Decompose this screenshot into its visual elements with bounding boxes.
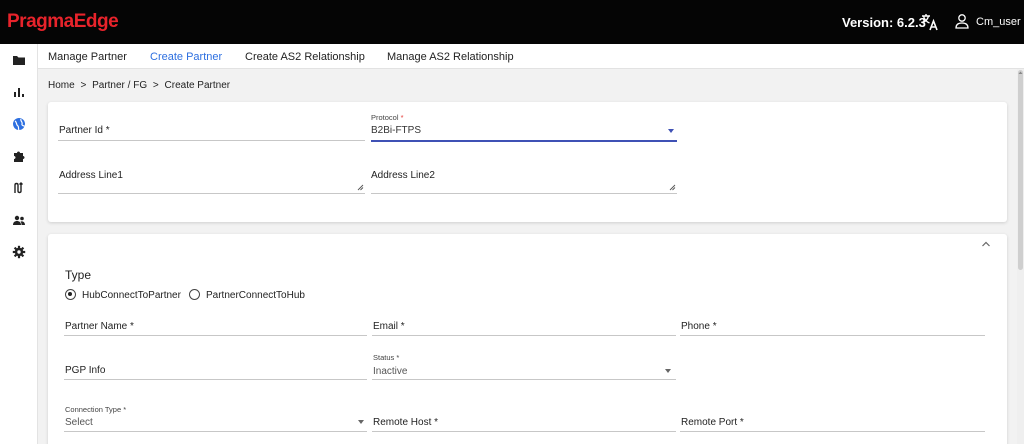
protocol-dropdown-icon[interactable]	[668, 129, 674, 133]
status-value[interactable]: Inactive	[373, 366, 407, 377]
email-label: Email *	[373, 321, 405, 332]
globe-icon[interactable]	[12, 117, 26, 131]
radio-label[interactable]: HubConnectToPartner	[82, 290, 181, 301]
chevron-up-icon[interactable]	[981, 240, 991, 248]
tab-bar: Manage Partner Create Partner Create AS2…	[38, 44, 1024, 69]
radio-partner-connect-to-hub[interactable]	[189, 289, 200, 300]
user-icon[interactable]	[955, 14, 969, 29]
phone-label: Phone *	[681, 321, 717, 332]
status-select[interactable]	[372, 379, 676, 380]
sidebar	[0, 44, 38, 444]
partner-id-label: Partner Id *	[59, 125, 110, 136]
resize-handle-icon[interactable]	[357, 184, 364, 191]
address-line1-input[interactable]	[58, 193, 365, 194]
partner-id-input[interactable]	[58, 140, 365, 141]
protocol-label: Protocol *	[371, 113, 404, 122]
connection-type-value[interactable]: Select	[65, 417, 93, 428]
address-line2-label: Address Line2	[371, 170, 435, 181]
address-line1-label: Address Line1	[59, 170, 123, 181]
breadcrumb-separator: >	[80, 80, 87, 91]
breadcrumb-separator: >	[152, 80, 159, 91]
email-input[interactable]	[372, 335, 676, 336]
partner-basic-card	[48, 102, 1007, 222]
remote-port-label: Remote Port *	[681, 417, 744, 428]
radio-label[interactable]: PartnerConnectToHub	[206, 290, 305, 301]
protocol-select[interactable]	[371, 140, 677, 142]
tab-manage-as2-relationship[interactable]: Manage AS2 Relationship	[387, 51, 514, 63]
breadcrumb: Home > Partner / FG > Create Partner	[48, 80, 233, 91]
breadcrumb-partner-fg[interactable]: Partner / FG	[92, 80, 147, 91]
brand-logo[interactable]: PragmaEdge	[7, 11, 119, 33]
tab-create-partner[interactable]: Create Partner	[150, 51, 222, 63]
translate-icon[interactable]	[921, 13, 939, 31]
remote-host-input[interactable]	[372, 431, 676, 432]
route-icon[interactable]	[12, 181, 26, 195]
user-name[interactable]: Cm_user	[976, 16, 1021, 28]
connection-type-dropdown-icon[interactable]	[358, 420, 364, 424]
partner-name-label: Partner Name *	[65, 321, 134, 332]
scrollbar-thumb[interactable]	[1018, 70, 1023, 270]
pgp-info-label: PGP Info	[65, 365, 106, 376]
puzzle-icon[interactable]	[12, 149, 26, 163]
partner-details-card	[48, 234, 1007, 444]
tab-manage-partner[interactable]: Manage Partner	[48, 51, 127, 63]
connection-type-select[interactable]	[64, 431, 367, 432]
pgp-info-input[interactable]	[64, 379, 367, 380]
bar-chart-icon[interactable]	[12, 85, 26, 99]
phone-input[interactable]	[680, 335, 985, 336]
breadcrumb-current: Create Partner	[164, 80, 231, 91]
resize-handle-icon[interactable]	[669, 184, 676, 191]
partner-name-input[interactable]	[64, 335, 367, 336]
gear-icon[interactable]	[12, 245, 26, 259]
users-icon[interactable]	[12, 213, 26, 227]
top-bar: PragmaEdge Version: 6.2.3 Cm_user	[0, 0, 1024, 44]
status-label: Status *	[373, 353, 400, 362]
address-line2-input[interactable]	[371, 193, 677, 194]
status-dropdown-icon[interactable]	[665, 369, 671, 373]
type-heading: Type	[65, 268, 92, 282]
tab-create-as2-relationship[interactable]: Create AS2 Relationship	[245, 51, 365, 63]
scroll-up-icon[interactable]	[1017, 69, 1024, 76]
radio-hub-connect-to-partner[interactable]	[65, 289, 76, 300]
breadcrumb-home[interactable]: Home	[48, 80, 75, 91]
version-label: Version: 6.2.3	[842, 15, 926, 30]
remote-host-label: Remote Host *	[373, 417, 439, 428]
protocol-value[interactable]: B2Bi-FTPS	[371, 125, 421, 136]
folder-icon[interactable]	[12, 53, 26, 67]
connection-type-label: Connection Type *	[65, 405, 127, 414]
remote-port-input[interactable]	[680, 431, 985, 432]
